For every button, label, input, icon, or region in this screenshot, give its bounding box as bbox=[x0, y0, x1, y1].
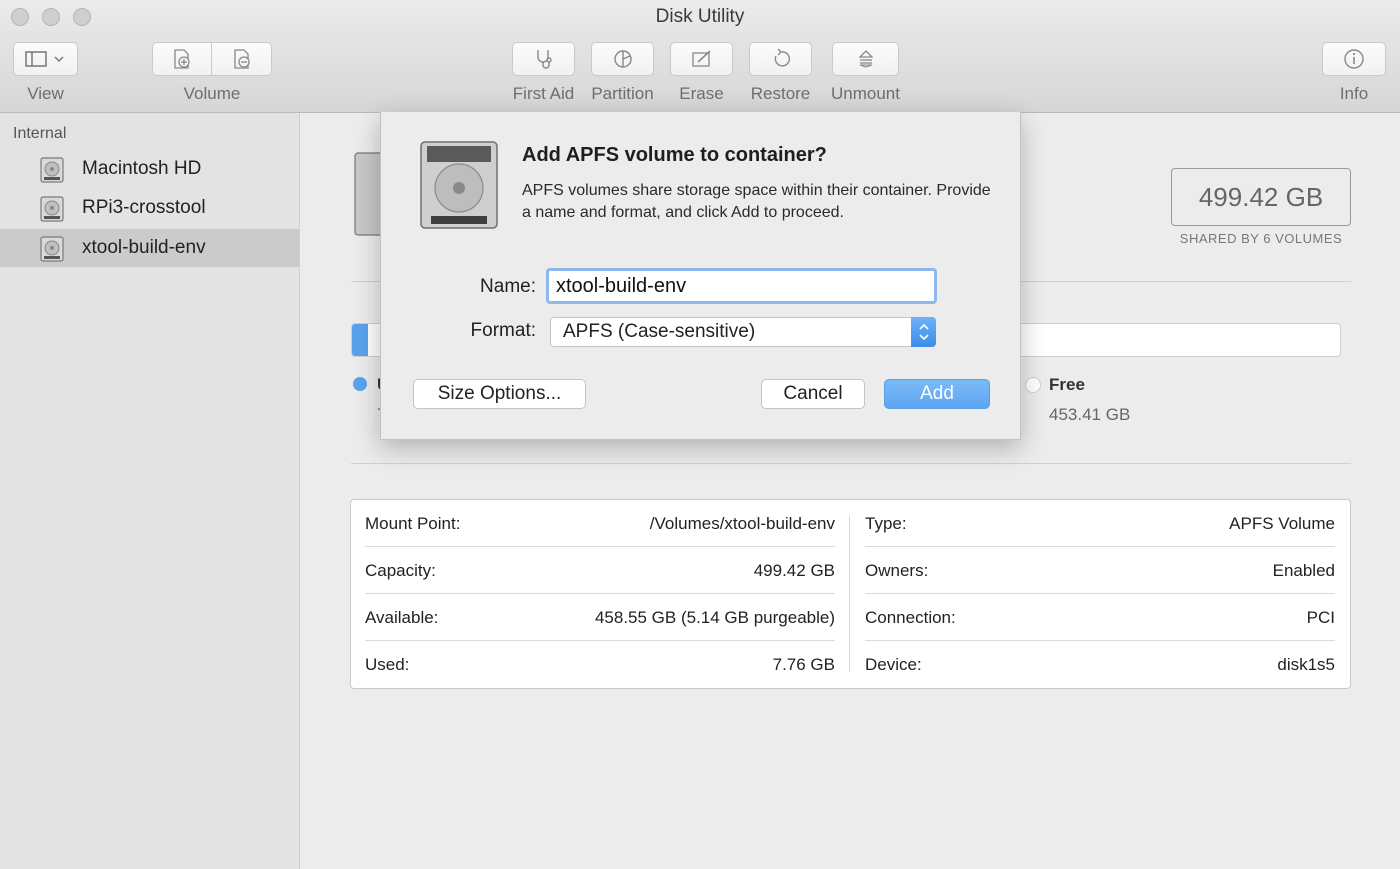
partition-pie-icon bbox=[613, 50, 632, 68]
restore-label: Restore bbox=[750, 84, 811, 103]
usage-bar-used bbox=[352, 324, 368, 356]
info-icon bbox=[1344, 49, 1364, 69]
info-row-available: Available: 458.55 GB (5.14 GB purgeable) bbox=[365, 594, 835, 641]
stethoscope-icon bbox=[536, 50, 552, 69]
window-title: Disk Utility bbox=[655, 6, 745, 27]
add-apfs-volume-dialog: Add APFS volume to container? APFS volum… bbox=[380, 112, 1021, 440]
sidebar-item-label: Macintosh HD bbox=[82, 158, 202, 179]
info-row-type: Type: APFS Volume bbox=[865, 500, 1335, 547]
hard-drive-icon bbox=[40, 236, 64, 262]
eject-icon bbox=[857, 50, 874, 68]
info-row-capacity: Capacity: 499.42 GB bbox=[365, 547, 835, 594]
unmount-button[interactable] bbox=[832, 42, 899, 76]
info-label: Info bbox=[1339, 84, 1369, 103]
divider bbox=[351, 463, 1351, 464]
titlebar: Disk Utility View Volume First Aid Parti… bbox=[0, 0, 1400, 113]
sidebar-item-rpi3-crosstool[interactable]: RPi3-crosstool bbox=[0, 189, 299, 227]
select-stepper-icon bbox=[911, 317, 936, 347]
info-key: Type: bbox=[865, 513, 907, 533]
sidebar-item-xtool-build-env[interactable]: xtool-build-env bbox=[0, 229, 299, 267]
info-row-mount-point: Mount Point: /Volumes/xtool-build-env bbox=[365, 500, 835, 547]
partition-button[interactable] bbox=[591, 42, 654, 76]
restore-button[interactable] bbox=[749, 42, 812, 76]
sidebar: Internal Macintosh HD RPi3-crosstool xto… bbox=[0, 113, 300, 869]
name-field-label: Name: bbox=[480, 276, 536, 297]
info-key: Capacity: bbox=[365, 560, 436, 580]
info-column-left: Mount Point: /Volumes/xtool-build-env Ca… bbox=[351, 500, 836, 688]
cancel-button[interactable]: Cancel bbox=[761, 379, 865, 409]
info-row-used: Used: 7.76 GB bbox=[365, 641, 835, 688]
shared-by-label: SHARED BY 6 VOLUMES bbox=[1179, 231, 1343, 246]
sidebar-item-label: xtool-build-env bbox=[82, 237, 206, 258]
delete-volume-icon bbox=[233, 49, 250, 69]
info-key: Available: bbox=[365, 607, 439, 627]
disk-utility-window: Disk Utility View Volume First Aid Parti… bbox=[0, 0, 1400, 869]
volume-segmented-control bbox=[152, 42, 272, 76]
volume-name-input[interactable] bbox=[546, 268, 937, 304]
volume-info-table: Mount Point: /Volumes/xtool-build-env Ca… bbox=[350, 499, 1351, 689]
size-options-button[interactable]: Size Options... bbox=[413, 379, 586, 409]
info-key: Owners: bbox=[865, 560, 929, 580]
hard-drive-icon bbox=[40, 196, 64, 222]
dialog-title: Add APFS volume to container? bbox=[522, 144, 827, 166]
erase-label: Erase bbox=[679, 84, 724, 103]
info-value: Enabled bbox=[1272, 560, 1335, 580]
info-value: disk1s5 bbox=[1277, 654, 1335, 674]
info-value: 458.55 GB (5.14 GB purgeable) bbox=[594, 607, 835, 627]
info-row-device: Device: disk1s5 bbox=[865, 641, 1335, 688]
info-row-owners: Owners: Enabled bbox=[865, 547, 1335, 594]
erase-pencil-icon bbox=[691, 50, 711, 67]
view-label: View bbox=[27, 84, 64, 103]
info-value: APFS Volume bbox=[1229, 513, 1335, 533]
sidebar-item-label: RPi3-crosstool bbox=[82, 197, 206, 218]
first-aid-button[interactable] bbox=[512, 42, 575, 76]
volume-label: Volume bbox=[183, 84, 241, 103]
free-legend-value: 453.41 GB bbox=[1049, 405, 1131, 424]
info-button[interactable] bbox=[1322, 42, 1386, 76]
info-key: Mount Point: bbox=[365, 513, 461, 533]
info-value: 7.76 GB bbox=[772, 654, 835, 674]
hard-drive-icon bbox=[420, 141, 498, 229]
capacity-box: 499.42 GB bbox=[1171, 168, 1351, 226]
add-volume-icon bbox=[174, 49, 190, 69]
info-column-right: Type: APFS Volume Owners: Enabled Connec… bbox=[851, 500, 1336, 688]
unmount-label: Unmount bbox=[831, 84, 900, 103]
info-row-connection: Connection: PCI bbox=[865, 594, 1335, 641]
dialog-description: APFS volumes share storage space within … bbox=[522, 182, 991, 221]
info-value: 499.42 GB bbox=[753, 560, 835, 580]
sidebar-item-macintosh-hd[interactable]: Macintosh HD bbox=[0, 150, 299, 188]
sidebar-section-internal: Internal bbox=[13, 125, 67, 142]
column-divider bbox=[849, 516, 850, 672]
format-select-value: APFS (Case-sensitive) bbox=[563, 321, 756, 342]
info-key: Device: bbox=[865, 654, 922, 674]
restore-arrow-icon bbox=[774, 48, 790, 67]
sidebar-toggle-icon bbox=[24, 51, 64, 67]
format-select[interactable]: APFS (Case-sensitive) bbox=[550, 317, 936, 347]
free-legend-label: Free bbox=[1049, 375, 1085, 394]
view-button[interactable] bbox=[13, 42, 78, 76]
used-legend-dot bbox=[353, 377, 367, 391]
info-key: Used: bbox=[365, 654, 410, 674]
hard-drive-icon bbox=[40, 157, 64, 183]
info-key: Connection: bbox=[865, 607, 956, 627]
first-aid-label: First Aid bbox=[512, 84, 575, 103]
partition-label: Partition bbox=[591, 84, 654, 103]
add-volume-button[interactable] bbox=[152, 42, 212, 76]
add-button[interactable]: Add bbox=[884, 379, 990, 409]
erase-button[interactable] bbox=[670, 42, 733, 76]
delete-volume-button[interactable] bbox=[212, 42, 272, 76]
free-legend-dot bbox=[1025, 377, 1041, 393]
info-value: /Volumes/xtool-build-env bbox=[649, 513, 835, 533]
format-field-label: Format: bbox=[470, 320, 536, 341]
info-value: PCI bbox=[1306, 607, 1335, 627]
